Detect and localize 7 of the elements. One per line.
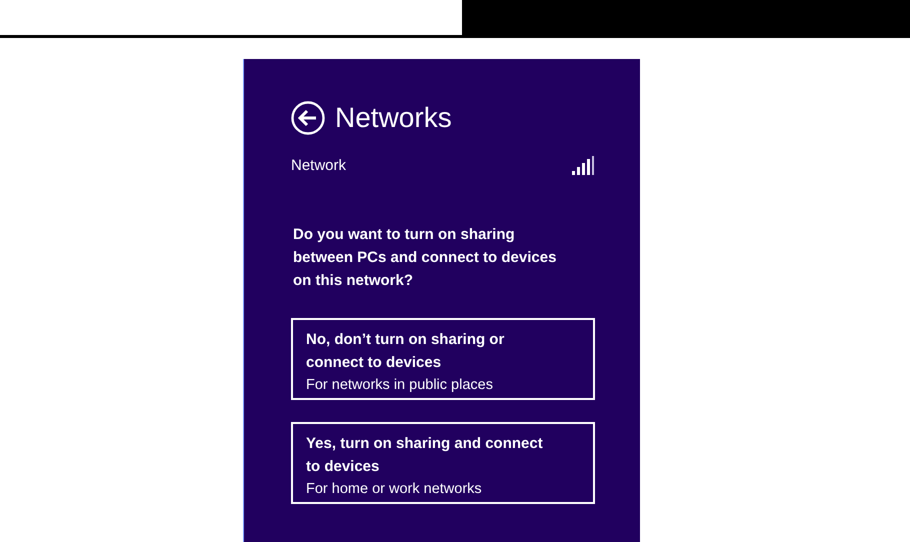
sharing-option-button[interactable]: Yes, turn on sharing and connect to devices For home or work networks	[291, 422, 595, 504]
panel-title: Networks	[335, 102, 452, 134]
sharing-question: Do you want to turn on sharing between PCs and connect to devices on this network?	[293, 225, 558, 291]
sharing-option-button[interactable]: No, don’t turn on sharing or connect to devices For networks in public places	[291, 318, 595, 400]
back-icon[interactable]	[291, 101, 325, 135]
network-name: Network	[291, 157, 346, 174]
signal-icon	[572, 156, 594, 175]
